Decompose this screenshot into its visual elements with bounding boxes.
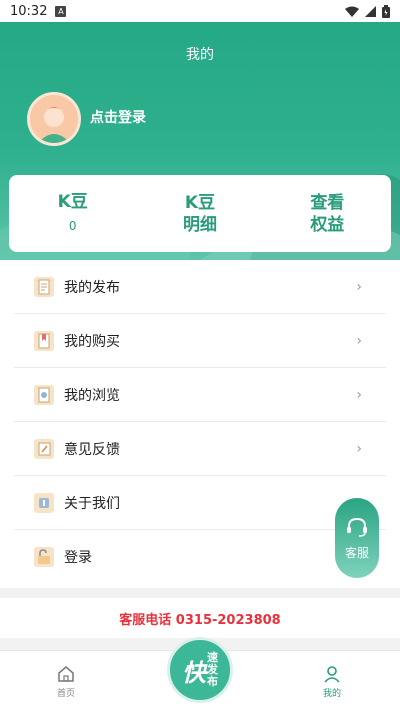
wifi-icon (345, 6, 359, 17)
k-beans-stat[interactable]: K豆 0 (9, 175, 136, 252)
k-beans-detail-button[interactable]: K豆 明细 (136, 175, 263, 252)
quick-post-small-chars: 速 发 布 (207, 652, 218, 688)
chevron-right-icon: › (356, 386, 362, 403)
page-title: 我的 (186, 47, 214, 63)
view-rights-line2: 权益 (310, 214, 345, 235)
chevron-right-icon: › (356, 440, 362, 457)
chevron-right-icon: › (356, 332, 362, 349)
quick-post-char-3: 布 (207, 675, 218, 688)
login-link[interactable]: 点击登录 (90, 107, 146, 127)
unlock-icon (34, 547, 54, 567)
menu-label: 我的购买 (64, 333, 120, 350)
menu-item-my-posts[interactable]: 我的发布 › (14, 260, 386, 314)
menu-label: 我的浏览 (64, 387, 120, 404)
k-beans-detail-line2: 明细 (182, 214, 217, 235)
home-icon (58, 666, 74, 682)
menu-label: 我的发布 (64, 279, 120, 296)
menu-label: 登录 (64, 550, 92, 566)
view-rights-button[interactable]: 查看 权益 (264, 175, 391, 252)
menu-label: 意见反馈 (64, 441, 120, 458)
tab-home-label: 首页 (56, 689, 75, 699)
service-phone[interactable]: 客服电话 0315-2023808 (0, 598, 400, 638)
document-icon (34, 276, 54, 297)
menu-item-my-purchases[interactable]: 我的购买 › (14, 314, 386, 368)
edit-icon (34, 438, 54, 459)
user-icon (324, 666, 340, 683)
signal-icon (365, 5, 376, 17)
tab-mine-label: 我的 (322, 689, 341, 699)
notification-icon: A (55, 5, 67, 17)
status-bar: 10:32 A (0, 0, 400, 22)
avatar-person-icon (30, 95, 78, 143)
k-beans-value: 0 (68, 218, 77, 233)
headset-icon (347, 517, 367, 537)
k-beans-title: K豆 (57, 191, 88, 212)
view-rights-line1: 查看 (310, 192, 345, 213)
avatar[interactable] (27, 92, 81, 146)
menu-item-login[interactable]: 登录 (14, 530, 386, 584)
quick-post-big-char: 快 (182, 658, 206, 687)
menu-item-about-us[interactable]: 关于我们 (14, 476, 386, 530)
chevron-right-icon: › (356, 278, 362, 295)
tab-home[interactable]: 首页 (36, 665, 96, 699)
bookmark-icon (34, 330, 54, 351)
menu-item-my-browsing[interactable]: 我的浏览 › (14, 368, 386, 422)
customer-service-label: 客服 (344, 545, 369, 560)
menu-item-feedback[interactable]: 意见反馈 › (14, 422, 386, 476)
status-time: 10:32 (10, 3, 48, 19)
customer-service-button[interactable]: 客服 (335, 498, 379, 578)
quick-post-button[interactable]: 快 速 发 布 (167, 637, 233, 703)
stats-card: K豆 0 K豆 明细 查看 权益 (9, 175, 391, 252)
menu-label: 关于我们 (64, 495, 120, 512)
tab-mine[interactable]: 我的 (302, 665, 362, 699)
battery-icon (382, 4, 390, 18)
status-icons (345, 4, 390, 18)
browse-icon (34, 384, 54, 405)
k-beans-detail-line1: K豆 (184, 192, 216, 213)
info-icon (34, 492, 54, 513)
